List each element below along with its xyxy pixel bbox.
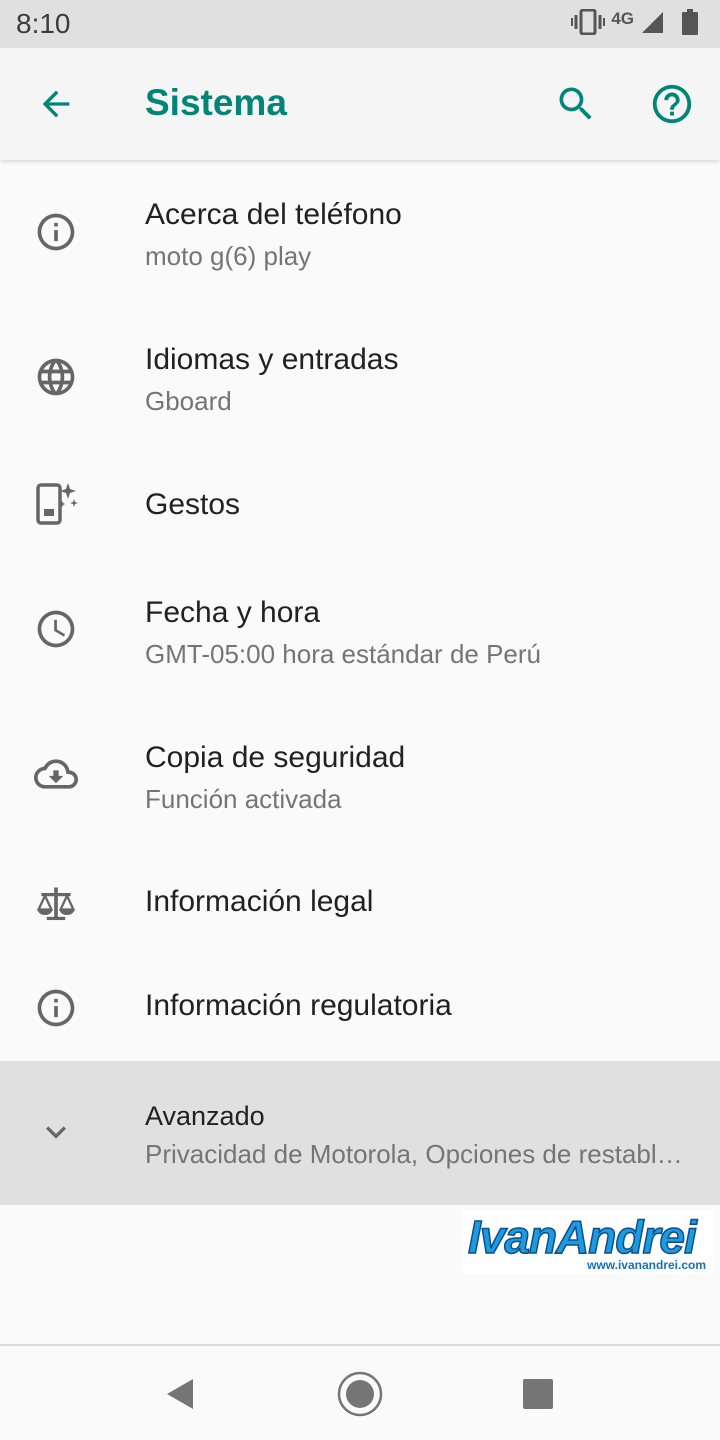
settings-item-summary: Privacidad de Motorola, Opciones de rest… <box>145 1139 690 1169</box>
navigation-bar <box>0 1346 720 1440</box>
watermark-url: www.ivanandrei.com <box>587 1258 706 1272</box>
status-icons: 4G <box>571 8 698 40</box>
watermark-brand: IvanAndrei <box>467 1210 697 1264</box>
settings-item-label: Avanzado <box>145 1101 265 1131</box>
nav-back-icon <box>167 1379 193 1409</box>
settings-item-label: Gestos <box>145 488 241 521</box>
settings-item-advanced[interactable]: Avanzado Privacidad de Motorola, Opcione… <box>0 1061 720 1205</box>
cloud-backup-icon <box>32 750 80 798</box>
gestures-icon <box>32 479 80 527</box>
search-icon <box>559 87 592 120</box>
settings-item-label: Información legal <box>145 885 374 918</box>
settings-item-regulatory[interactable]: Información regulatoria <box>0 956 720 1060</box>
settings-item-gestures[interactable]: Gestos <box>0 450 720 560</box>
settings-item-legal[interactable]: Información legal <box>0 850 720 956</box>
nav-recents-button[interactable] <box>510 1366 566 1422</box>
help-icon <box>652 84 692 124</box>
arrow-back-icon <box>42 90 70 118</box>
scale-icon <box>32 880 80 928</box>
status-time: 8:10 <box>16 8 71 39</box>
nav-home-button[interactable] <box>332 1366 388 1422</box>
status-bar: 8:10 4G <box>0 0 720 48</box>
network-type: 4G <box>611 9 634 28</box>
battery-icon <box>682 8 698 40</box>
help-button[interactable] <box>644 76 700 132</box>
settings-item-backup[interactable]: Copia de seguridad Función activada <box>0 705 720 850</box>
page-title: Sistema <box>145 82 287 123</box>
settings-item-summary: Función activada <box>145 784 342 814</box>
settings-item-summary: moto g(6) play <box>145 241 312 271</box>
settings-item-summary: GMT-05:00 hora estándar de Perú <box>145 639 542 669</box>
settings-item-about-phone[interactable]: Acerca del teléfono moto g(6) play <box>0 160 720 305</box>
nav-back-button[interactable] <box>152 1366 208 1422</box>
settings-item-date-time[interactable]: Fecha y hora GMT-05:00 hora estándar de … <box>0 560 720 705</box>
chevron-down-icon <box>32 1108 80 1156</box>
settings-item-label: Información regulatoria <box>145 989 452 1022</box>
settings-item-label: Idiomas y entradas <box>145 343 399 376</box>
settings-item-summary: Gboard <box>145 386 232 416</box>
info-icon <box>32 208 80 256</box>
vibrate-icon <box>571 8 606 40</box>
info-icon <box>32 984 80 1032</box>
clock-icon <box>32 605 80 653</box>
nav-home-icon <box>337 1371 383 1417</box>
watermark-logo: IvanAndrei www.ivanandrei.com <box>462 1210 714 1274</box>
settings-item-label: Copia de seguridad <box>145 741 406 774</box>
settings-item-languages[interactable]: Idiomas y entradas Gboard <box>0 305 720 450</box>
settings-item-label: Fecha y hora <box>145 596 321 629</box>
globe-icon <box>32 353 80 401</box>
nav-recents-icon <box>523 1379 553 1409</box>
signal-icon <box>640 10 664 39</box>
back-button[interactable] <box>28 76 84 132</box>
app-bar: Sistema <box>0 48 720 160</box>
settings-screen: 8:10 4G Sistema Acerca del teléfono moto… <box>0 0 720 1440</box>
settings-item-label: Acerca del teléfono <box>145 198 402 231</box>
search-button[interactable] <box>548 76 604 132</box>
